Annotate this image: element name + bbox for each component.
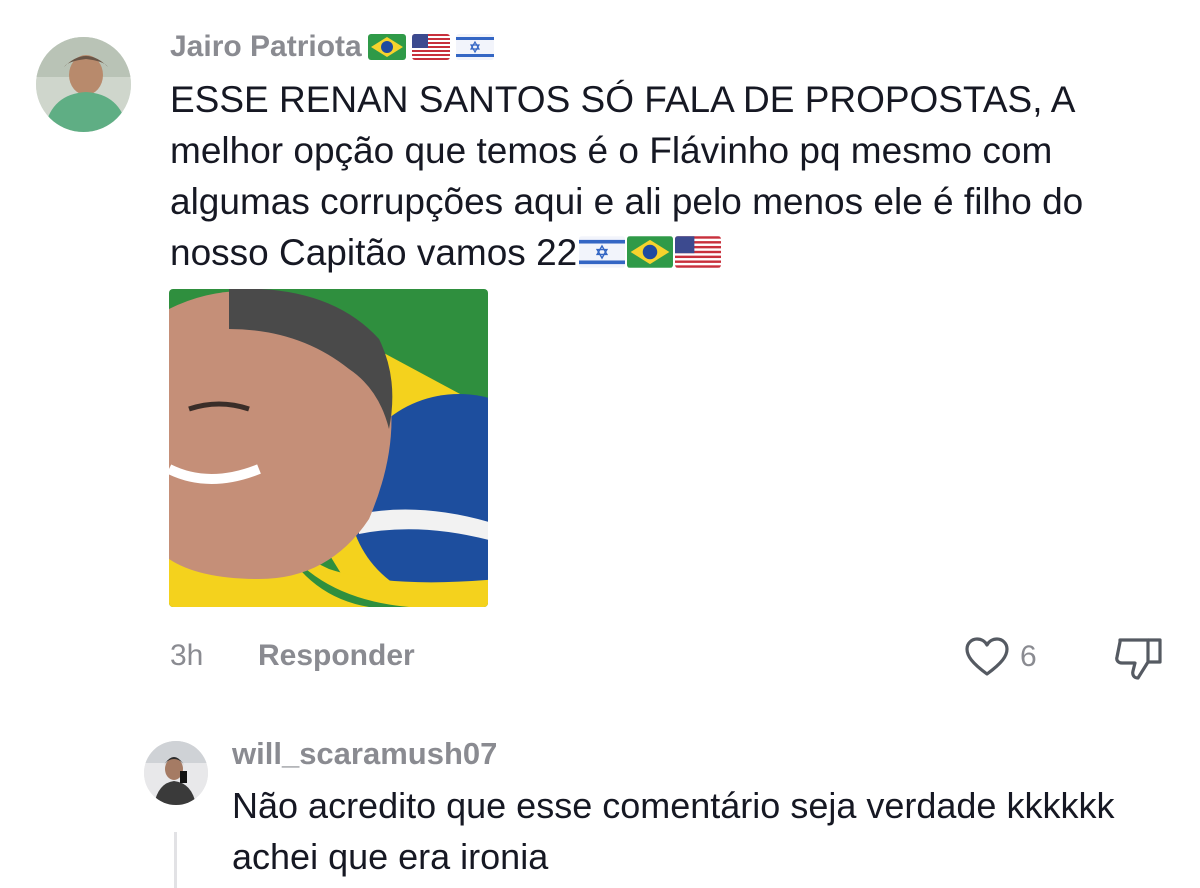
israel-flag-icon [579,236,626,268]
comment-time: 3h [170,639,204,672]
reply-button[interactable]: Responder [258,636,415,676]
username-text[interactable]: Jairo Patriota [170,30,362,64]
thread-line [174,832,177,888]
like-count: 6 [1020,640,1037,673]
israel-flag-icon [455,34,494,60]
thumbs-down-icon [1115,638,1162,680]
comment-image[interactable] [169,289,488,607]
brazil-flag-icon [627,236,674,268]
comment-username[interactable]: will_scaramush07 [232,733,497,775]
usa-flag-icon [411,34,450,60]
usa-flag-icon [675,236,722,268]
brazil-flag-icon [367,34,406,60]
avatar[interactable] [144,741,208,805]
heart-icon [965,637,1009,676]
comment-text: Não acredito que esse comentário seja ve… [232,785,1115,877]
comment-username[interactable]: Jairo Patriota [170,26,494,68]
username-text[interactable]: will_scaramush07 [232,736,497,772]
comment-text: ESSE RENAN SANTOS SÓ FALA DE PROPOSTAS, … [170,74,1170,278]
avatar[interactable] [36,37,131,132]
dislike-button[interactable] [1112,632,1166,682]
like-button[interactable]: 6 [964,634,1037,680]
